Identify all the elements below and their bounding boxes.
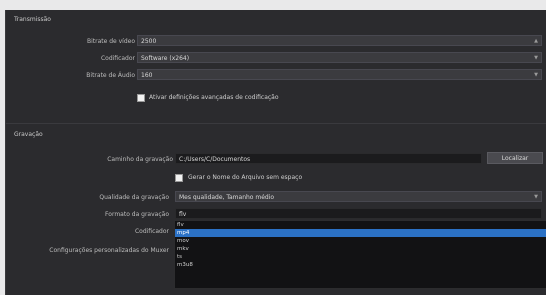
recording-path-input[interactable]: C:/Users/C/Documentos: [175, 153, 482, 164]
format-option-mp4[interactable]: mp4: [175, 229, 546, 237]
recording-path-value: C:/Users/C/Documentos: [179, 156, 251, 163]
video-bitrate-spinbox[interactable]: 2500 ▲: [137, 35, 542, 46]
recording-section-title: Gravação: [14, 131, 43, 138]
recording-path-label: Caminho da gravação: [107, 156, 173, 163]
format-option-mov[interactable]: mov: [175, 237, 546, 245]
custom-muxer-label: Configurações personalizadas do Muxer: [49, 247, 169, 254]
chevron-down-icon: ▼: [534, 55, 538, 61]
recording-quality-select[interactable]: Mes qualidade, Tamanho médio ▼: [175, 191, 542, 202]
format-option-m3u8[interactable]: m3u8: [175, 261, 546, 269]
recording-encoder-label: Codificador: [134, 228, 169, 235]
audio-bitrate-value: 160: [141, 72, 153, 79]
browse-button[interactable]: Localizar: [487, 152, 543, 164]
recording-quality-value: Mes qualidade, Tamanho médio: [179, 194, 275, 201]
streaming-encoder-label: Codificador: [100, 55, 135, 62]
video-bitrate-label: Bitrate de vídeo: [86, 38, 135, 45]
video-bitrate-value: 2500: [141, 38, 157, 45]
chevron-down-icon: ▼: [534, 194, 538, 200]
advanced-encoder-label: Ativar definições avançadas de codificaç…: [149, 94, 279, 101]
recording-quality-label: Qualidade da gravação: [99, 194, 169, 201]
format-option-mkv[interactable]: mkv: [175, 245, 546, 253]
spin-arrows-icon[interactable]: ▲: [534, 36, 538, 47]
no-space-filename-label: Gerar o Nome do Arquivo sem espaço: [188, 174, 303, 181]
recording-format-label: Formato da gravação: [105, 211, 169, 218]
section-divider: [6, 123, 546, 124]
streaming-encoder-select[interactable]: Software (x264) ▼: [137, 52, 542, 63]
recording-format-select[interactable]: flv: [175, 208, 542, 219]
streaming-encoder-value: Software (x264): [141, 55, 190, 62]
no-space-filename-checkbox[interactable]: [175, 174, 183, 182]
format-option-ts[interactable]: ts: [175, 253, 546, 261]
streaming-section-title: Transmissão: [14, 16, 51, 23]
recording-format-value: flv: [179, 211, 187, 218]
audio-bitrate-label: Bitrate de Áudio: [86, 72, 135, 79]
audio-bitrate-select[interactable]: 160 ▼: [137, 69, 542, 80]
format-option-flv[interactable]: flv: [175, 221, 546, 229]
chevron-down-icon: ▼: [534, 72, 538, 78]
advanced-encoder-checkbox[interactable]: [137, 94, 145, 102]
format-dropdown-list[interactable]: flv mp4 mov mkv ts m3u8: [174, 220, 546, 289]
